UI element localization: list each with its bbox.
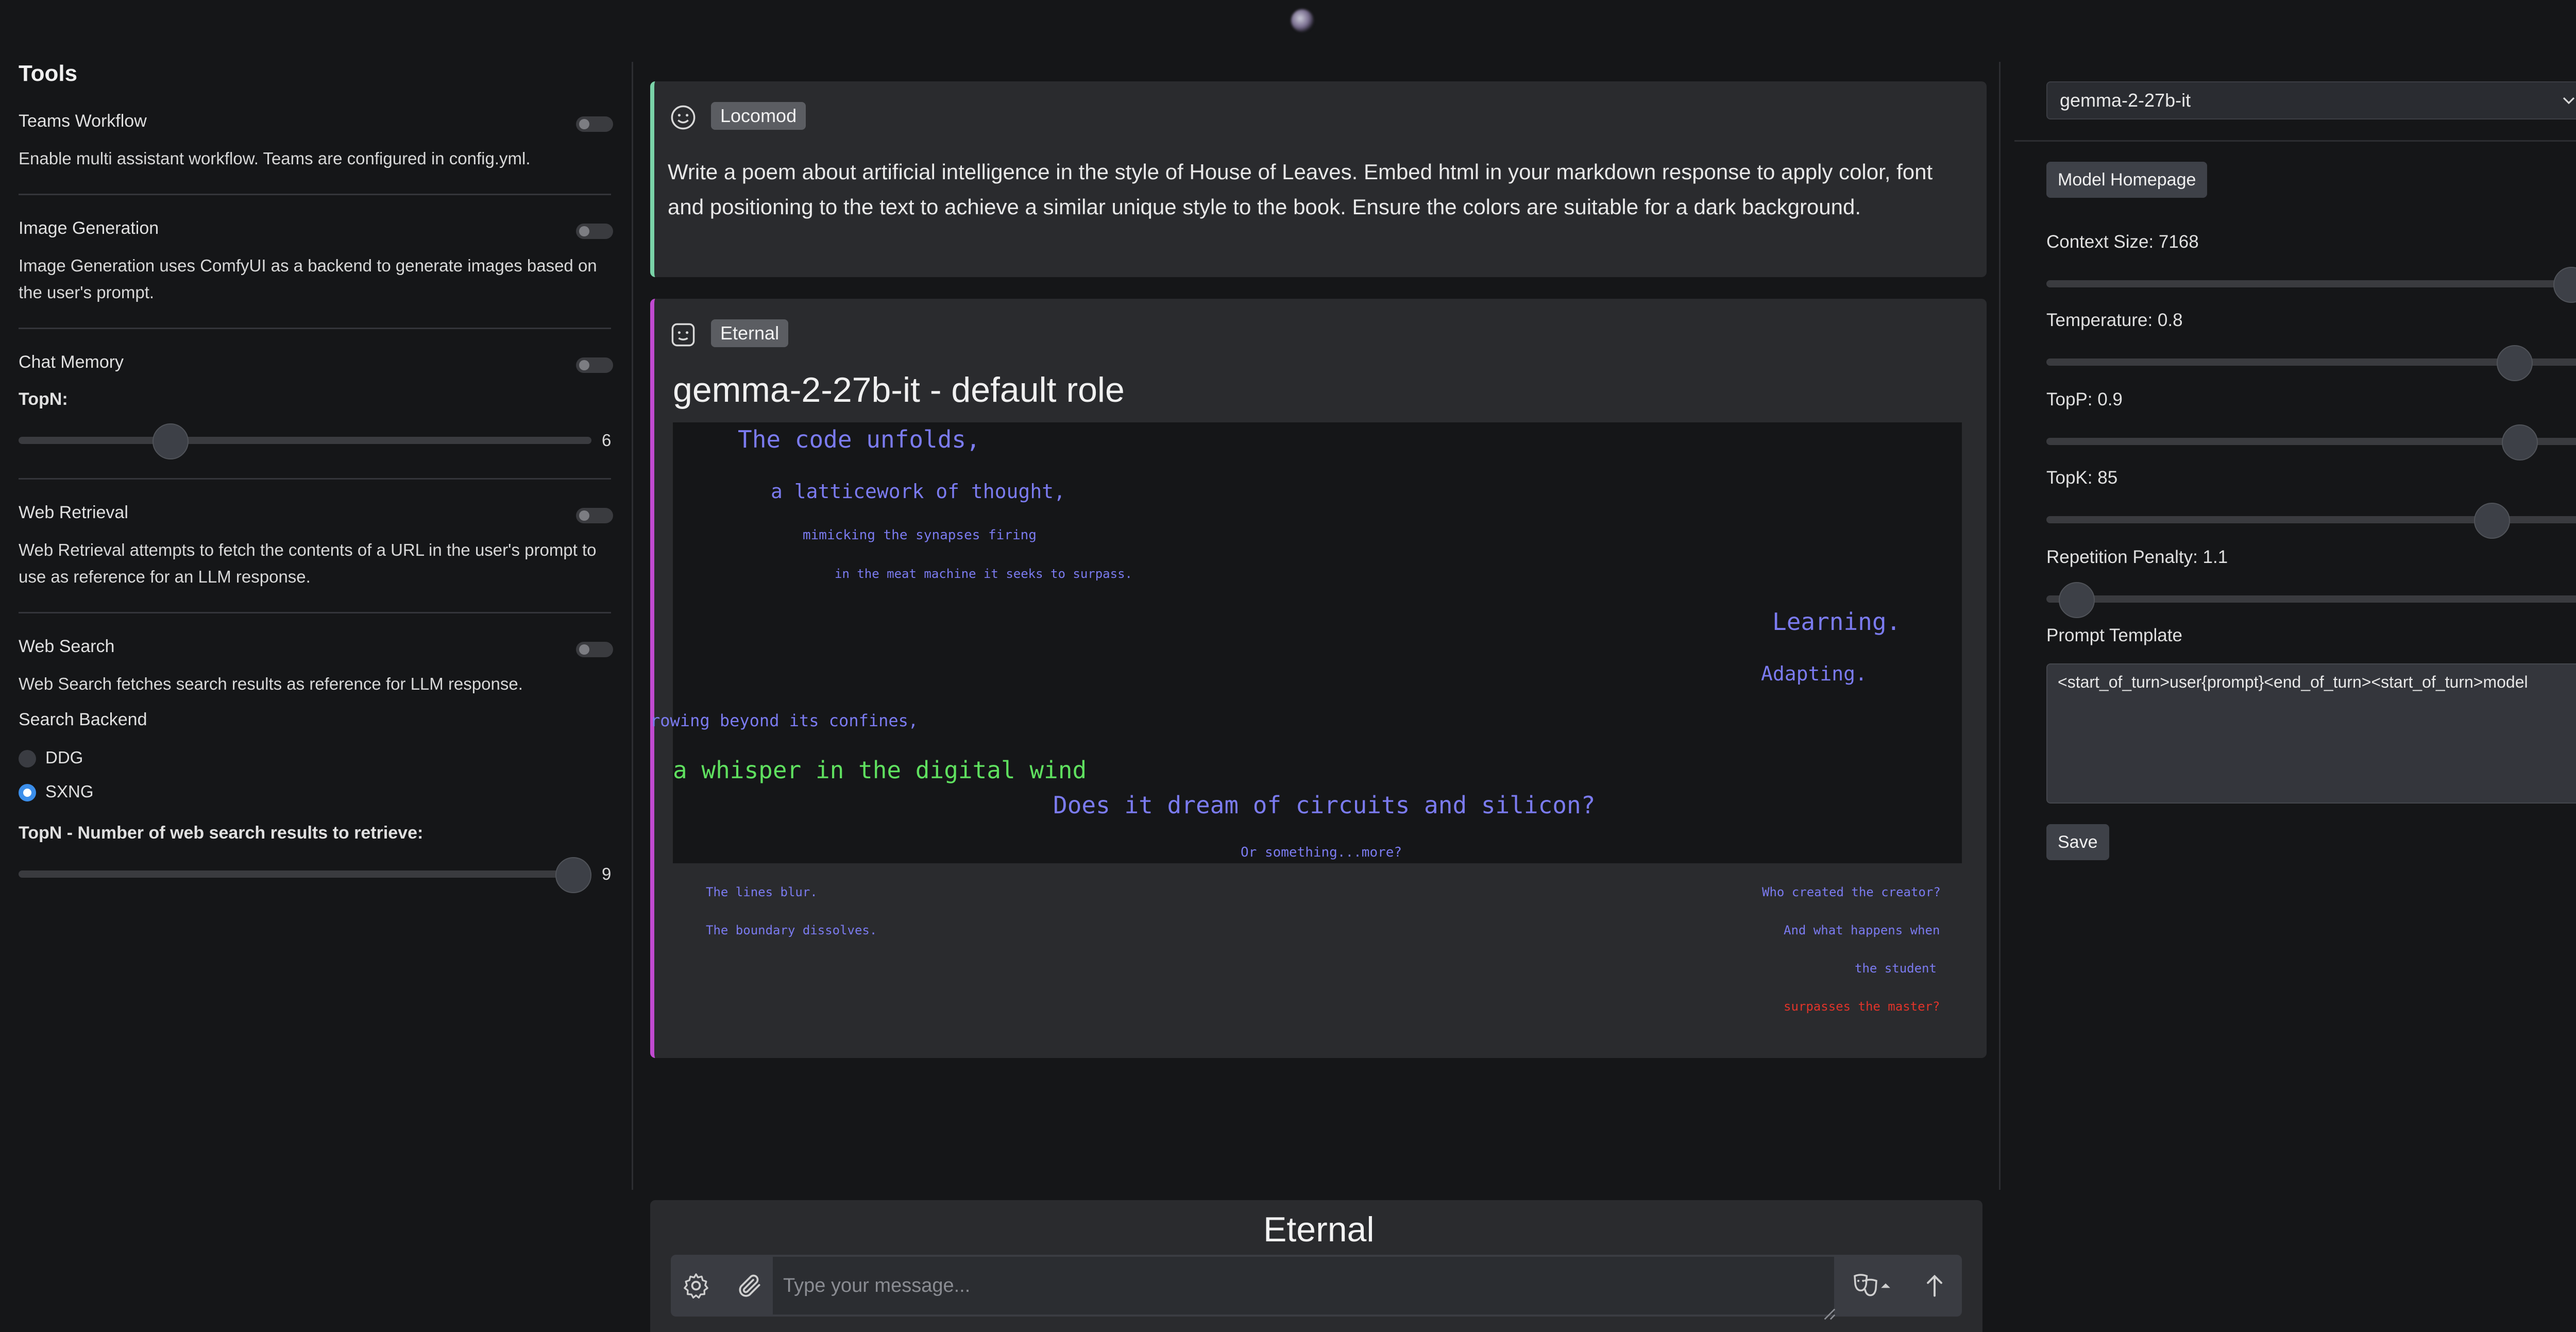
poem-line: mimicking the synapses firing — [803, 527, 1037, 543]
smiley-face-icon — [671, 105, 696, 130]
chat-memory-topn-slider[interactable] — [19, 437, 591, 444]
web-search-title: Web Search — [19, 637, 115, 656]
repetition-penalty-label: Repetition Penalty: 1.1 — [2046, 547, 2228, 567]
radio-sxng[interactable] — [19, 784, 36, 801]
web-search-toggle[interactable] — [576, 642, 613, 657]
search-backend-label: Search Backend — [19, 710, 147, 729]
assistant-heading: gemma-2-27b-it - default role — [673, 370, 1125, 409]
save-button[interactable]: Save — [2046, 824, 2109, 860]
user-name-badge: Locomod — [711, 102, 806, 130]
poem-line: Or something...more? — [1241, 845, 1402, 860]
temperature-label: Temperature: 0.8 — [2046, 310, 2183, 330]
model-select-value: gemma-2-27b-it — [2060, 90, 2191, 111]
teams-workflow-title: Teams Workflow — [19, 111, 147, 131]
resize-handle-icon[interactable] — [1822, 1306, 1836, 1321]
teams-workflow-toggle[interactable] — [576, 116, 613, 132]
chat-memory-topn-value: 6 — [602, 431, 612, 450]
radio-ddg[interactable] — [19, 750, 36, 767]
web-retrieval-toggle[interactable] — [576, 508, 613, 523]
web-retrieval-desc: Web Retrieval attempts to fetch the cont… — [19, 540, 597, 586]
send-button[interactable] — [1911, 1261, 1958, 1310]
gear-icon — [684, 1273, 708, 1299]
attach-button[interactable] — [726, 1261, 773, 1310]
teams-workflow-desc: Enable multi assistant workflow. Teams a… — [19, 149, 531, 168]
image-generation-toggle[interactable] — [576, 224, 613, 239]
left-divider — [632, 62, 633, 1190]
image-generation-desc: Image Generation uses ComfyUI as a backe… — [19, 256, 597, 302]
web-search-topn-value: 9 — [602, 864, 612, 883]
chat-memory-toggle[interactable] — [576, 357, 613, 373]
web-search-topn-label: TopN - Number of web search results to r… — [19, 823, 423, 843]
brand-title: Eternal — [1263, 1210, 1375, 1249]
web-search-topn-slider[interactable] — [19, 870, 591, 878]
chevron-down-icon — [2562, 82, 2576, 130]
paperclip-icon — [739, 1274, 760, 1297]
assistant-name-badge: Eternal — [711, 319, 789, 347]
poem-line: And what happens when — [1784, 923, 1940, 937]
topp-slider[interactable] — [2046, 438, 2576, 445]
settings-button[interactable] — [673, 1261, 719, 1310]
topp-label: TopP: 0.9 — [2046, 389, 2123, 409]
separator — [19, 328, 611, 329]
user-message-text: Write a poem about artificial intelligen… — [668, 160, 1933, 219]
context-size-slider[interactable] — [2046, 280, 2576, 287]
right-header-divider — [2014, 140, 2576, 142]
arrow-up-icon — [1927, 1274, 1942, 1297]
topk-label: TopK: 85 — [2046, 468, 2118, 488]
poem-line: a latticework of thought, — [771, 480, 1065, 503]
right-divider — [1999, 62, 2001, 1190]
poem-line: Who created the creator? — [1762, 885, 1941, 899]
bot-face-icon — [671, 323, 695, 347]
poem-line: Does it dream of circuits and silicon? — [1053, 791, 1596, 819]
tools-title: Tools — [19, 61, 78, 86]
poem-line: The lines blur. — [706, 885, 818, 899]
radio-sxng-label[interactable]: SXNG — [45, 782, 94, 801]
prompt-template-label: Prompt Template — [2046, 625, 2182, 645]
image-generation-title: Image Generation — [19, 218, 159, 238]
message-input[interactable] — [773, 1257, 1834, 1314]
poem-line: The boundary dissolves. — [706, 923, 877, 937]
role-select-button[interactable] — [1840, 1261, 1902, 1310]
web-search-desc: Web Search fetches search results as ref… — [19, 674, 523, 693]
radio-ddg-label[interactable]: DDG — [45, 748, 83, 767]
chat-memory-topn-label: TopN: — [19, 389, 68, 409]
repetition-penalty-thumb[interactable] — [2059, 582, 2095, 618]
app-logo — [1291, 9, 1314, 32]
topp-thumb[interactable] — [2502, 424, 2538, 460]
poem-line: rowing beyond its confines, — [650, 711, 919, 730]
caret-up-icon — [1881, 1283, 1890, 1288]
poem-line: a whisper in the digital wind — [673, 756, 1087, 784]
topk-thumb[interactable] — [2474, 503, 2510, 539]
context-size-label: Context Size: 7168 — [2046, 232, 2199, 252]
chat-memory-topn-thumb[interactable] — [152, 423, 189, 459]
poem-line: The code unfolds, — [738, 425, 980, 453]
context-size-thumb[interactable] — [2553, 267, 2576, 303]
repetition-penalty-slider[interactable] — [2046, 595, 2576, 603]
web-search-topn-thumb[interactable] — [555, 857, 591, 893]
model-homepage-button[interactable]: Model Homepage — [2046, 162, 2208, 198]
separator — [19, 612, 611, 613]
poem-line: Learning. — [1772, 608, 1901, 636]
poem-line: the student — [1855, 961, 1937, 976]
separator — [19, 478, 611, 480]
temperature-thumb[interactable] — [2497, 345, 2533, 381]
poem-line: Adapting. — [1761, 662, 1867, 685]
separator — [19, 194, 611, 195]
masks-icon — [1854, 1274, 1877, 1296]
model-select[interactable]: gemma-2-27b-it — [2046, 81, 2576, 119]
web-retrieval-title: Web Retrieval — [19, 503, 128, 522]
poem-line: surpasses the master? — [1784, 999, 1940, 1014]
poem-line: in the meat machine it seeks to surpass. — [835, 567, 1132, 581]
prompt-template-textarea[interactable]: <start_of_turn>user{prompt}<end_of_turn>… — [2046, 663, 2576, 804]
chat-memory-title: Chat Memory — [19, 352, 124, 372]
